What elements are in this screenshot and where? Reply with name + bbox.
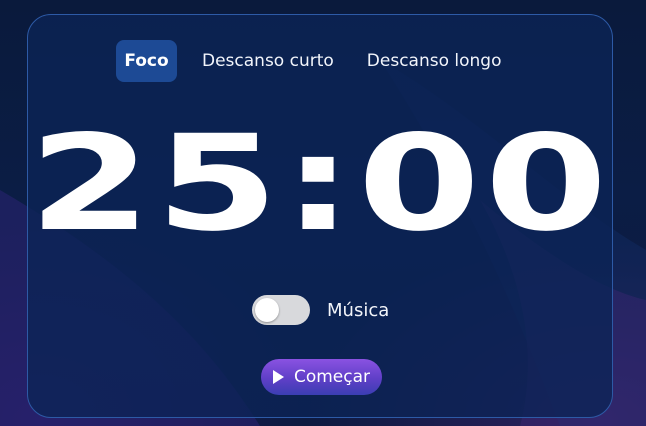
toggle-knob bbox=[255, 298, 279, 322]
timer-card: Foco Descanso curto Descanso longo 25:00… bbox=[27, 14, 613, 418]
start-button[interactable]: Começar bbox=[261, 359, 382, 395]
play-icon bbox=[272, 370, 284, 384]
tab-focus[interactable]: Foco bbox=[116, 40, 177, 82]
mode-tabs: Foco Descanso curto Descanso longo bbox=[116, 40, 510, 82]
timer-display: 25:00 bbox=[28, 107, 612, 261]
music-toggle[interactable] bbox=[252, 295, 310, 325]
music-control: Música bbox=[252, 295, 389, 325]
tab-long-break[interactable]: Descanso longo bbox=[359, 40, 510, 82]
tab-short-break[interactable]: Descanso curto bbox=[194, 40, 342, 82]
music-label: Música bbox=[327, 299, 390, 321]
start-button-label: Começar bbox=[293, 367, 371, 387]
